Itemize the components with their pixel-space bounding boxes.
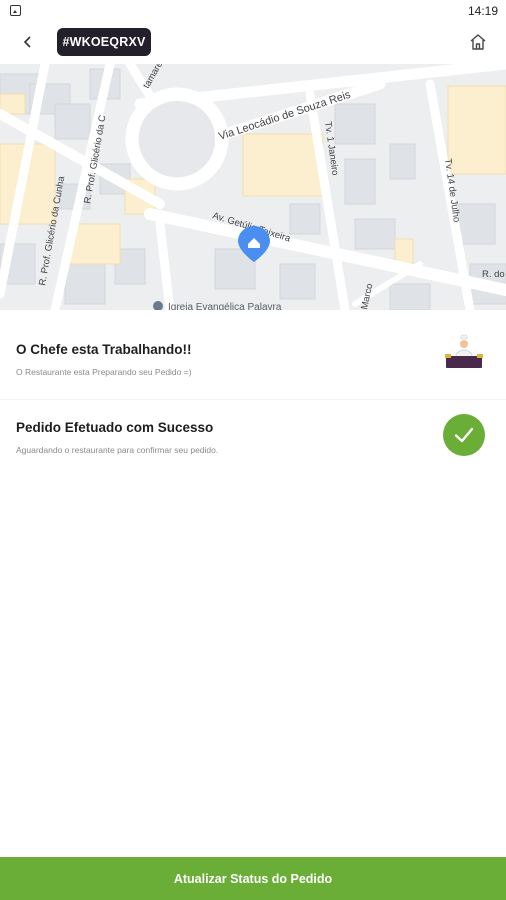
chef-icon [445, 334, 483, 368]
status-step-preparing: O Chefe esta Trabalhando!! O Restaurante… [0, 320, 506, 400]
back-button[interactable] [14, 28, 42, 56]
order-map[interactable]: Via Leocádio de Souza Reis R. Prof. Glic… [0, 64, 506, 310]
check-icon [443, 414, 485, 456]
street-label-r-do: R. do [482, 269, 505, 280]
step-title: O Chefe esta Trabalhando!! [16, 342, 192, 357]
update-status-button[interactable]: Atualizar Status do Pedido [0, 857, 506, 900]
map-canvas: Via Leocádio de Souza Reis R. Prof. Glic… [0, 64, 506, 310]
step-subtitle: Aguardando o restaurante para confirmar … [16, 445, 219, 455]
order-code-badge: #WKOEQRXV [57, 28, 151, 56]
step-title: Pedido Efetuado com Sucesso [16, 420, 214, 435]
status-bar: 14:19 [0, 0, 506, 22]
step-subtitle: O Restaurante esta Preparando seu Pedido… [16, 367, 192, 377]
notification-icon [10, 5, 21, 16]
status-time: 14:19 [467, 4, 498, 18]
top-bar: #WKOEQRXV [0, 22, 506, 62]
home-icon [470, 34, 486, 50]
home-button[interactable] [464, 28, 492, 56]
poi-label-church: Igreja Evangélica Palavra [168, 302, 282, 310]
status-step-confirmed: Pedido Efetuado com Sucesso Aguardando o… [0, 400, 506, 480]
chevron-left-icon [23, 36, 31, 48]
